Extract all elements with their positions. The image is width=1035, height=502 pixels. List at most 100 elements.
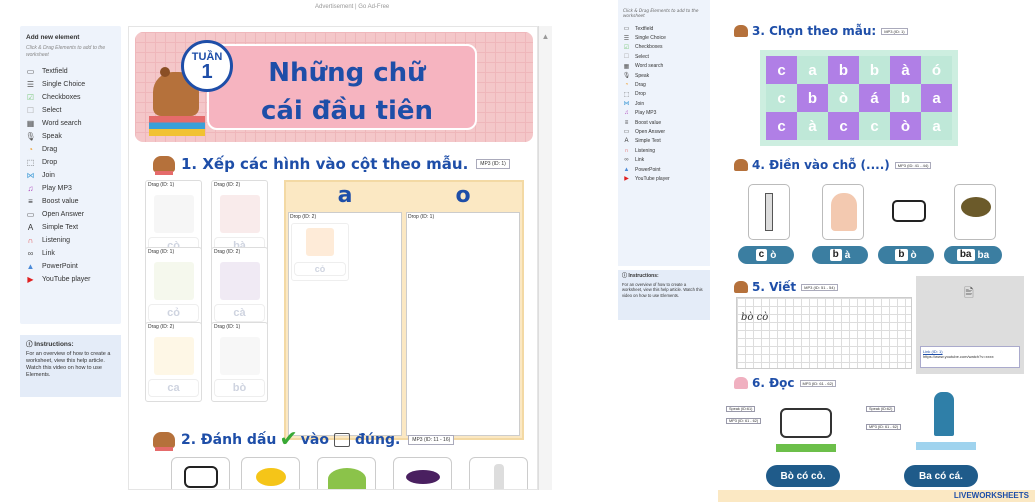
sidebar-item-drag[interactable]: ◔ Drag xyxy=(26,143,115,156)
grid-letter[interactable]: c xyxy=(766,84,797,112)
sidebar-item-open-answer[interactable]: ▭ Open Answer xyxy=(623,127,705,136)
grid-letter[interactable]: c xyxy=(766,56,797,84)
sidebar-item-boost-value[interactable]: ≡ Boost value xyxy=(26,195,115,208)
drag-card[interactable]: Drag (ID: 2) ca xyxy=(145,322,202,402)
sidebar-item-textfield[interactable]: ▭ Textfield xyxy=(26,65,115,78)
textfield-icon: ▭ xyxy=(623,26,630,33)
grid-letter[interactable]: à xyxy=(890,56,921,84)
drag-card[interactable]: Drag (ID: 1) bò xyxy=(211,322,268,402)
sidebar-item-word-search[interactable]: ▦ Word search xyxy=(623,62,705,71)
grid-letter[interactable]: c xyxy=(828,112,859,140)
fill-blank[interactable]: b xyxy=(895,249,908,261)
grid-letter[interactable]: ò xyxy=(828,84,859,112)
sidebar-item-select[interactable]: ☐ Select xyxy=(623,52,705,61)
fill-word[interactable]: bà xyxy=(812,246,868,264)
sidebar-item-select[interactable]: ☐ Select xyxy=(26,104,115,117)
fill-blank[interactable]: c xyxy=(755,249,768,261)
fill-blank[interactable]: ba xyxy=(956,249,975,261)
grid-letter[interactable]: a xyxy=(921,84,952,112)
cow-thumbnail[interactable] xyxy=(171,457,230,489)
worksheet-canvas[interactable]: TUẦN 1 Những chữ cái đầu tiên 1. Xếp các… xyxy=(128,26,538,490)
boost-icon: ≡ xyxy=(28,197,33,206)
sidebar-item-drag[interactable]: ◔ Drag xyxy=(623,80,705,89)
grid-letter[interactable]: à xyxy=(797,112,828,140)
word-rest: ba xyxy=(977,249,990,261)
speak-tag[interactable]: Speak (ID:61) xyxy=(726,406,756,412)
sidebar-item-single-choice[interactable]: ☰ Single Choice xyxy=(26,78,115,91)
worksheet-scrollbar[interactable]: ▲ xyxy=(538,26,552,490)
video-link-box[interactable]: 🖹 Link (ID: 1) https://www.youtube.com/wa… xyxy=(916,276,1024,374)
grid-letter[interactable]: b xyxy=(859,56,890,84)
drag-card[interactable]: Drag (ID: 2) cà xyxy=(211,247,268,327)
select-icon: ☐ xyxy=(623,54,630,61)
open-answer-icon: ▭ xyxy=(623,129,630,136)
sidebar-item-open-answer[interactable]: ▭ Open Answer xyxy=(26,208,115,221)
mp3-tag[interactable]: MP3 (ID: 11 - 16) xyxy=(408,434,455,445)
grass-thumbnail[interactable] xyxy=(317,457,376,489)
fill-word[interactable]: cò xyxy=(738,246,794,264)
drag-card[interactable]: Drag (ID: 1) cỏ xyxy=(145,247,202,327)
sidebar-item-listening[interactable]: ∩ Listening xyxy=(26,234,115,247)
sidebar-item-youtube-player[interactable]: ▶ YouTube player xyxy=(26,273,115,286)
sidebar-item-join[interactable]: ⋈ Join xyxy=(26,169,115,182)
fill-word[interactable]: bò xyxy=(878,246,934,264)
sidebar-item-checkboxes[interactable]: ☑ Checkboxes xyxy=(26,91,115,104)
mp3-tag[interactable]: MP3 (ID: 61 - 62) xyxy=(726,418,762,424)
sidebar-item-link[interactable]: ∞ Link xyxy=(26,247,115,260)
grid-letter[interactable]: b xyxy=(797,84,828,112)
grid-letter[interactable]: c xyxy=(859,112,890,140)
sidebar-item-boost-value[interactable]: ≡ Boost value xyxy=(623,118,705,127)
scroll-up-icon[interactable]: ▲ xyxy=(539,32,552,41)
read-sentence-2[interactable]: Ba có cá. xyxy=(904,465,978,487)
dropped-card[interactable]: cỏ xyxy=(291,223,349,281)
drop-zone-o[interactable]: Drop (ID: 1) xyxy=(406,212,520,436)
grid-letter[interactable]: ó xyxy=(921,56,952,84)
stork-thumbnail[interactable] xyxy=(469,457,528,489)
grid-letter[interactable]: á xyxy=(859,84,890,112)
fill-word[interactable]: ba ba xyxy=(944,246,1002,264)
checkmark-icon: ✔ xyxy=(279,427,298,452)
sidebar-item-speak[interactable]: 🎙 Speak xyxy=(623,71,705,80)
grid-letter[interactable]: b xyxy=(828,56,859,84)
sidebar-item-powerpoint[interactable]: ▲ PowerPoint xyxy=(26,260,115,273)
sidebar-item-powerpoint[interactable]: ▲ PowerPoint xyxy=(623,165,705,174)
liveworksheets-footer: LIVEWORKSHEETS xyxy=(718,490,1035,502)
sidebar-item-speak[interactable]: 🎙 Speak xyxy=(25,130,115,143)
grid-letter[interactable]: c xyxy=(766,112,797,140)
sidebar-item-checkboxes[interactable]: ☑ Checkboxes xyxy=(623,43,705,52)
sidebar-item-label: Simple Text xyxy=(635,138,661,145)
sidebar-item-drop[interactable]: ⬚ Drop xyxy=(26,156,115,169)
grid-letter[interactable]: a xyxy=(921,112,952,140)
instructions-text[interactable]: For an overview of how to create a works… xyxy=(26,351,110,378)
sidebar-item-simple-text[interactable]: A Simple Text xyxy=(26,221,115,234)
grid-letter[interactable]: a xyxy=(797,56,828,84)
sidebar-item-play-mp3[interactable]: ♫ Play MP3 xyxy=(623,109,705,118)
writing-grid[interactable]: bò cò xyxy=(736,297,912,369)
sidebar-item-simple-text[interactable]: A Simple Text xyxy=(623,137,705,146)
letter-grid[interactable]: cabbàócbòábacàccòa xyxy=(760,50,958,146)
speak-tag[interactable]: Speak (ID:62) xyxy=(866,406,896,412)
mp3-tag[interactable]: MP3 (ID: 61 - 62) xyxy=(866,424,902,430)
youtube-icon: ▶ xyxy=(624,176,629,183)
sidebar-item-listening[interactable]: ∩ Listening xyxy=(623,146,705,155)
sidebar-item-single-choice[interactable]: ☰ Single Choice xyxy=(623,33,705,42)
eggplant-thumbnail[interactable] xyxy=(393,457,452,489)
sidebar-item-play-mp3[interactable]: ♫ Play MP3 xyxy=(26,182,115,195)
sidebar-item-label: Link xyxy=(635,157,645,164)
read-sentence-1[interactable]: Bò có cỏ. xyxy=(766,465,840,487)
sidebar-item-join[interactable]: ⋈ Join xyxy=(623,99,705,108)
writing-sample: bò cò xyxy=(741,312,769,323)
sidebar-item-word-search[interactable]: ▦ Word search xyxy=(26,117,115,130)
fill-blank[interactable]: b xyxy=(829,249,842,261)
sidebar-item-link[interactable]: ∞ Link xyxy=(623,155,705,164)
grid-letter[interactable]: b xyxy=(890,84,921,112)
sidebar-item-youtube-player[interactable]: ▶ YouTube player xyxy=(623,174,705,183)
mp3-tag[interactable]: MP3 (ID: 1) xyxy=(476,159,510,169)
sidebar-item-textfield[interactable]: ▭ Textfield xyxy=(623,24,705,33)
sidebar-item-drop[interactable]: ⬚ Drop xyxy=(623,90,705,99)
left-editor-panel: Add new element Click & Drag Elements to… xyxy=(0,0,575,490)
fish-thumbnail[interactable] xyxy=(241,457,300,489)
worksheet-canvas-right[interactable]: 3. Chọn theo mẫu: MP3 (ID: 1) cabbàócbòá… xyxy=(726,0,1035,502)
grid-letter[interactable]: ò xyxy=(890,112,921,140)
drop-zone-a[interactable]: Drop (ID: 2) cỏ xyxy=(288,212,402,436)
